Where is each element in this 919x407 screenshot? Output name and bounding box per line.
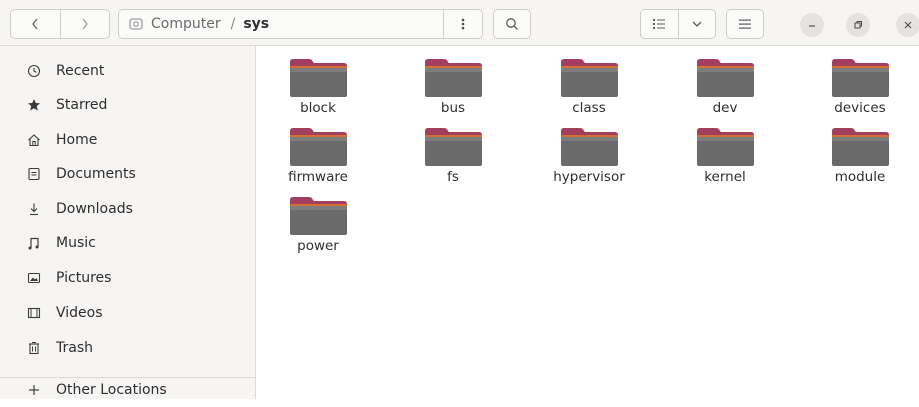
folder-item[interactable]: block: [268, 58, 368, 116]
sidebar-item-label: Recent: [56, 63, 105, 79]
folder-name: class: [572, 100, 606, 116]
header-bar: Computer / sys: [0, 0, 919, 46]
trash-icon: [26, 340, 42, 356]
sidebar-item-label: Documents: [56, 166, 136, 182]
folder-name: bus: [440, 100, 466, 116]
folder-name: block: [300, 100, 336, 116]
navigation-buttons: [10, 9, 110, 39]
search-icon: [506, 18, 518, 30]
close-button[interactable]: [896, 13, 919, 37]
folder-icon: [560, 128, 618, 166]
folder-icon: [696, 128, 754, 166]
vertical-dots-icon: [461, 18, 465, 30]
folder-name: fs: [447, 169, 459, 185]
hamburger-menu-icon: [739, 19, 751, 29]
clock-icon: [26, 63, 42, 79]
sidebar-item-label: Home: [56, 132, 98, 148]
minimize-button[interactable]: [800, 13, 824, 37]
sidebar-item-documents[interactable]: Documents: [0, 157, 255, 191]
folder-item[interactable]: firmware: [268, 127, 368, 185]
plus-icon: [26, 382, 42, 398]
drive-icon: [129, 18, 143, 30]
list-view-button[interactable]: [641, 10, 678, 38]
sidebar-item-label: Other Locations: [56, 382, 167, 398]
folder-icon: [289, 59, 347, 97]
document-icon: [26, 166, 42, 182]
sidebar-item-label: Downloads: [56, 201, 133, 217]
folder-item[interactable]: kernel: [675, 127, 775, 185]
folder-item[interactable]: bus: [403, 58, 503, 116]
maximize-button[interactable]: [846, 13, 870, 37]
sidebar-item-pictures[interactable]: Pictures: [0, 261, 255, 295]
folder-item[interactable]: power: [268, 196, 368, 254]
folder-icon: [696, 59, 754, 97]
folder-name: kernel: [704, 169, 746, 185]
star-icon: [26, 97, 42, 113]
folder-name: hypervisor: [553, 169, 625, 185]
breadcrumb-separator: /: [230, 16, 236, 32]
close-icon: [904, 21, 912, 29]
sidebar-item-trash[interactable]: Trash: [0, 331, 255, 365]
download-icon: [26, 201, 42, 217]
folder-icon: [424, 128, 482, 166]
file-manager-window: Computer / sys Recent Starred Home Docum…: [0, 0, 919, 399]
folder-icon: [831, 128, 889, 166]
restore-icon: [854, 21, 862, 29]
sidebar: Recent Starred Home Documents Downloads: [0, 46, 256, 399]
music-icon: [26, 235, 42, 251]
folder-item[interactable]: class: [539, 58, 639, 116]
view-mode-group: [640, 9, 716, 39]
sidebar-item-downloads[interactable]: Downloads: [0, 192, 255, 226]
path-menu-button[interactable]: [443, 10, 482, 38]
folder-icon: [560, 59, 618, 97]
sidebar-item-starred[interactable]: Starred: [0, 88, 255, 122]
sidebar-item-label: Videos: [56, 305, 103, 321]
folder-name: power: [297, 238, 339, 254]
pictures-icon: [26, 270, 42, 286]
search-button[interactable]: [493, 9, 531, 39]
sidebar-item-label: Pictures: [56, 270, 112, 286]
folder-item[interactable]: dev: [675, 58, 775, 116]
sidebar-item-videos[interactable]: Videos: [0, 296, 255, 330]
sidebar-item-other-locations[interactable]: Other Locations: [0, 373, 255, 407]
chevron-left-icon: [32, 18, 38, 30]
sidebar-item-label: Trash: [56, 340, 93, 356]
path-bar[interactable]: Computer / sys: [118, 9, 483, 39]
folder-item[interactable]: devices: [810, 58, 910, 116]
folder-name: module: [834, 169, 886, 185]
folder-icon: [289, 128, 347, 166]
breadcrumb-current-folder[interactable]: sys: [243, 16, 269, 32]
breadcrumb: Computer / sys: [129, 10, 269, 38]
folder-icon: [424, 59, 482, 97]
view-options-button[interactable]: [677, 10, 716, 38]
folder-item[interactable]: module: [810, 127, 910, 185]
folder-name: firmware: [288, 169, 348, 185]
home-icon: [26, 132, 42, 148]
forward-button[interactable]: [59, 10, 110, 38]
folder-icon: [831, 59, 889, 97]
minimize-icon: [809, 25, 815, 27]
breadcrumb-computer[interactable]: Computer: [151, 16, 221, 32]
sidebar-item-label: Music: [56, 235, 96, 251]
list-view-icon: [653, 19, 666, 29]
chevron-right-icon: [82, 18, 88, 30]
folder-item[interactable]: hypervisor: [539, 127, 639, 185]
chevron-down-icon: [692, 21, 702, 27]
main-menu-button[interactable]: [726, 9, 764, 39]
sidebar-item-label: Starred: [56, 97, 108, 113]
folder-name: dev: [712, 100, 738, 116]
sidebar-item-home[interactable]: Home: [0, 123, 255, 157]
folder-name: devices: [834, 100, 886, 116]
folder-icon: [289, 197, 347, 235]
video-icon: [26, 305, 42, 321]
sidebar-item-music[interactable]: Music: [0, 226, 255, 260]
folder-grid: block bus class dev devices firmware fs …: [256, 46, 919, 399]
back-button[interactable]: [11, 10, 60, 38]
folder-item[interactable]: fs: [403, 127, 503, 185]
sidebar-item-recent[interactable]: Recent: [0, 54, 255, 88]
